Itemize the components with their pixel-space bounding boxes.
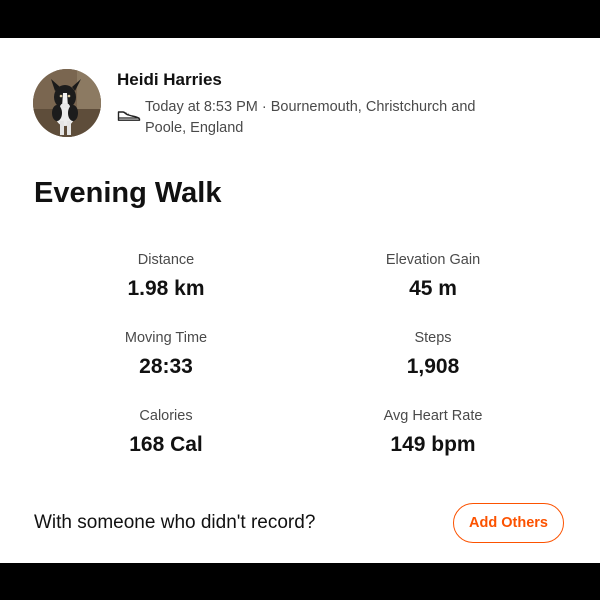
stat-label: Calories: [139, 408, 193, 424]
avatar[interactable]: [33, 69, 101, 137]
athlete-name[interactable]: Heidi Harries: [117, 70, 222, 90]
add-others-prompt: With someone who didn't record?: [34, 512, 316, 533]
stat-label: Elevation Gain: [385, 252, 481, 268]
stat-label: Avg Heart Rate: [383, 408, 483, 424]
dog-photo: [33, 69, 101, 137]
stat-label: Distance: [137, 252, 195, 268]
activity-meta: Today at 8:53 PM · Bournemouth, Christch…: [145, 99, 476, 136]
stat-value: 45 m: [409, 277, 457, 300]
stat-value: 1,908: [406, 355, 460, 378]
shoe-icon: [117, 111, 141, 121]
stat-moving-time: Moving Time 28:33: [56, 328, 276, 380]
stat-value: 168 Cal: [129, 433, 203, 456]
stat-value: 28:33: [139, 355, 193, 378]
stat-elevation-gain: Elevation Gain 45 m: [323, 250, 543, 302]
add-others-button[interactable]: Add Others: [453, 503, 564, 543]
stat-value: 149 bpm: [390, 433, 476, 456]
stat-label: Moving Time: [124, 330, 208, 346]
stat-distance: Distance 1.98 km: [56, 250, 276, 302]
stat-label: Steps: [414, 330, 452, 346]
activity-card: Heidi Harries Today at 8:53 PM · Bournem…: [0, 38, 600, 563]
activity-title[interactable]: Evening Walk: [34, 177, 221, 210]
stat-steps: Steps 1,908: [323, 328, 543, 380]
stat-calories: Calories 168 Cal: [56, 406, 276, 458]
stat-avg-heart-rate: Avg Heart Rate 149 bpm: [323, 406, 543, 458]
stat-value: 1.98 km: [127, 277, 205, 300]
